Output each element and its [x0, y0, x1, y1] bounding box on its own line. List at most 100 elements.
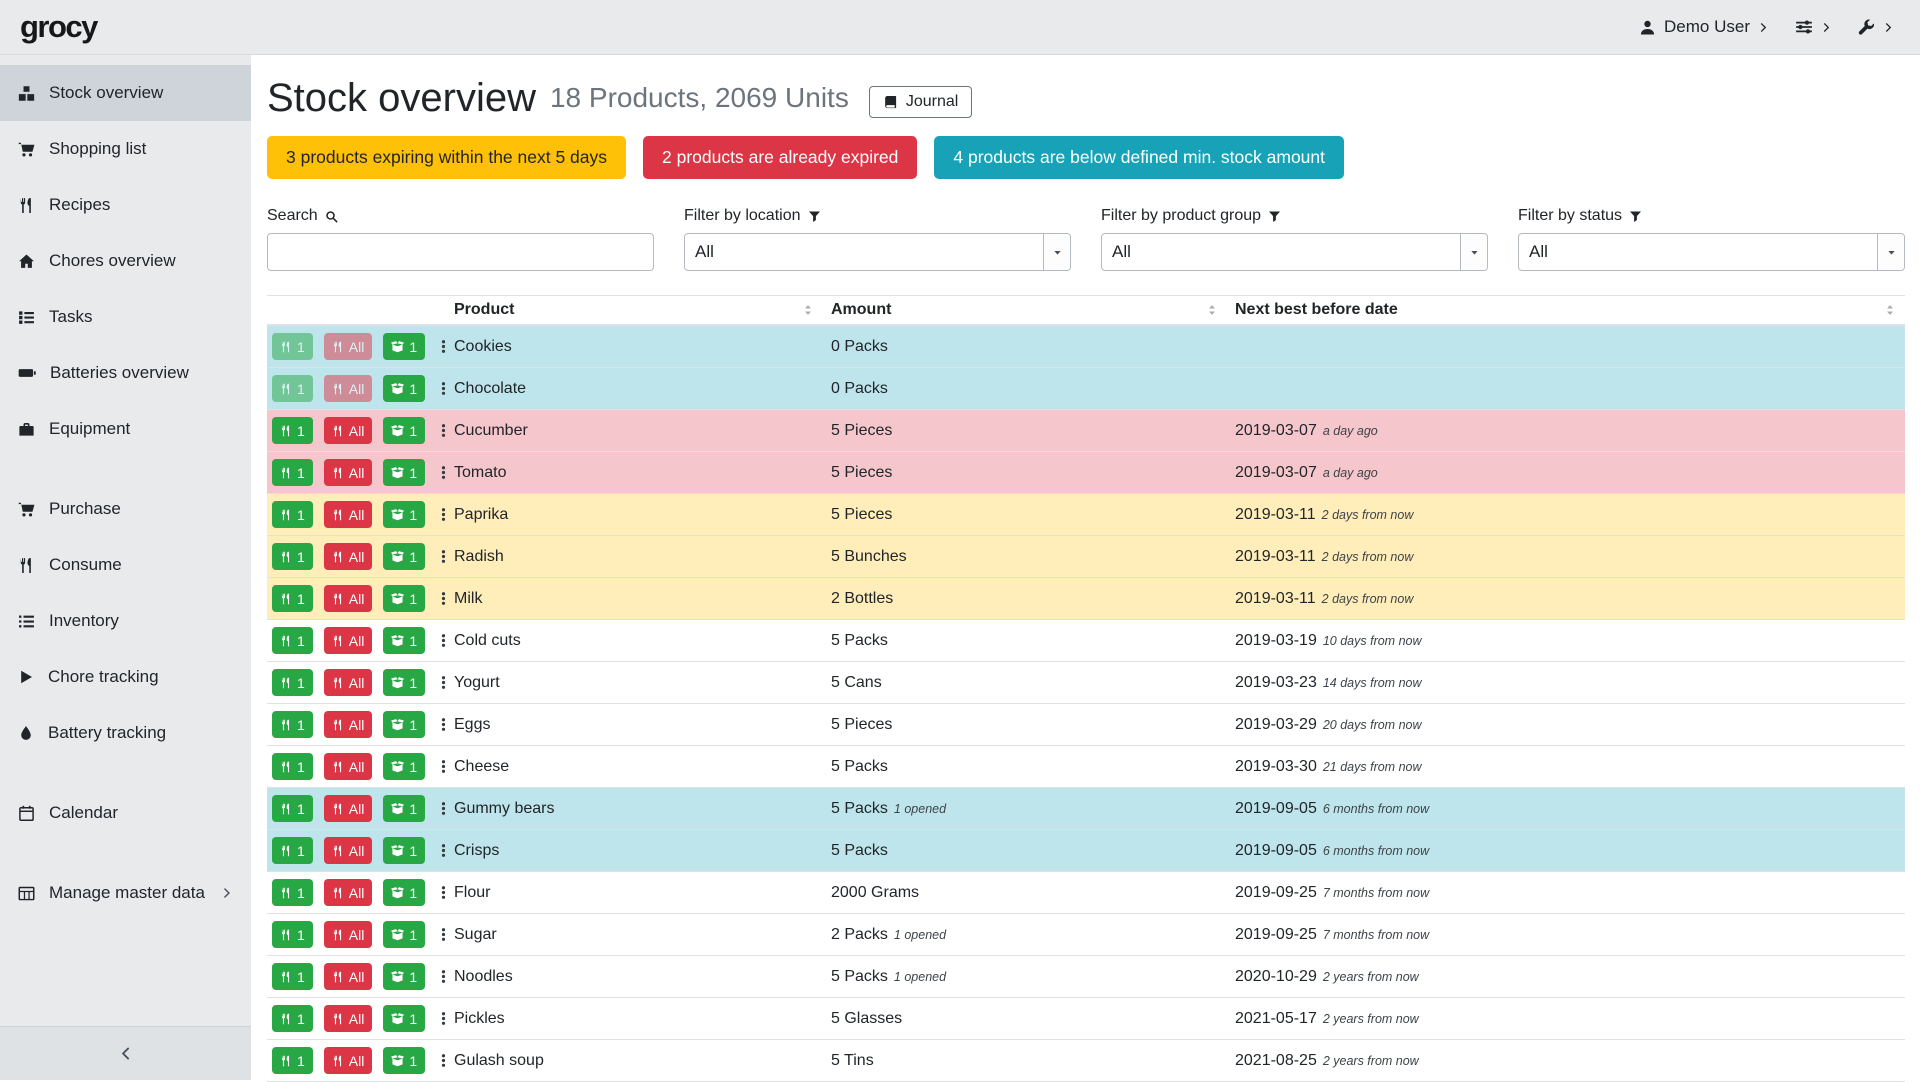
- amount-value: 2 Bottles: [831, 590, 893, 607]
- consume-all-button[interactable]: All: [324, 963, 373, 990]
- sidebar-item-recipes[interactable]: Recipes: [0, 177, 251, 233]
- sidebar-item-label: Tasks: [49, 307, 92, 327]
- open-one-button[interactable]: 1: [383, 879, 425, 906]
- grocy-logo[interactable]: grocy: [20, 9, 97, 45]
- consume-all-button[interactable]: All: [324, 795, 373, 822]
- open-one-button[interactable]: 1: [383, 963, 425, 990]
- status-filter-label: Filter by status: [1518, 207, 1905, 225]
- consume-one-button[interactable]: 1: [272, 669, 313, 696]
- sidebar-item-tasks[interactable]: Tasks: [0, 289, 251, 345]
- sidebar-item-manage-master-data[interactable]: Manage master data: [0, 865, 251, 921]
- sidebar-item-consume[interactable]: Consume: [0, 537, 251, 593]
- open-one-button[interactable]: 1: [383, 711, 425, 738]
- sidebar-item-batteries-overview[interactable]: Batteries overview: [0, 345, 251, 401]
- journal-button[interactable]: Journal: [869, 86, 972, 118]
- open-one-button[interactable]: 1: [383, 1047, 425, 1074]
- settings-menu[interactable]: [1795, 18, 1832, 36]
- consume-all-button[interactable]: All: [324, 753, 373, 780]
- status-select-value: All: [1519, 242, 1877, 262]
- table-row: 1 All 1 Tomato 5 Pieces 2019-03-07a day …: [267, 452, 1905, 494]
- caret-down-icon: [1886, 247, 1897, 258]
- consume-one-button[interactable]: 1: [272, 501, 313, 528]
- open-one-button[interactable]: 1: [383, 753, 425, 780]
- open-one-button[interactable]: 1: [383, 921, 425, 948]
- consume-all-button[interactable]: All: [324, 837, 373, 864]
- open-one-button[interactable]: 1: [383, 333, 425, 360]
- consume-all-button[interactable]: All: [324, 1047, 373, 1074]
- consume-all-button[interactable]: All: [324, 459, 373, 486]
- below-min-stock-alert-button[interactable]: 4 products are below defined min. stock …: [934, 136, 1344, 179]
- consume-all-button[interactable]: All: [324, 543, 373, 570]
- sidebar-item-purchase[interactable]: Purchase: [0, 481, 251, 537]
- consume-one-button[interactable]: 1: [272, 585, 313, 612]
- consume-all-button[interactable]: All: [324, 501, 373, 528]
- consume-one-button[interactable]: 1: [272, 543, 313, 570]
- amount-note: 1 opened: [894, 970, 946, 984]
- consume-one-button[interactable]: 1: [272, 1047, 313, 1074]
- consume-all-button[interactable]: All: [324, 333, 373, 360]
- sidebar-item-inventory[interactable]: Inventory: [0, 593, 251, 649]
- consume-one-button[interactable]: 1: [272, 459, 313, 486]
- consume-all-button[interactable]: All: [324, 711, 373, 738]
- status-select[interactable]: All: [1518, 233, 1905, 271]
- product-column-header[interactable]: Product: [446, 296, 823, 324]
- date-value: 2019-03-11: [1235, 548, 1316, 565]
- consume-one-button[interactable]: 1: [272, 417, 313, 444]
- sidebar-item-label: Calendar: [49, 803, 118, 823]
- utensils-icon: [332, 467, 344, 479]
- open-one-button[interactable]: 1: [383, 417, 425, 444]
- user-menu[interactable]: Demo User: [1639, 17, 1769, 37]
- search-filter: Search: [267, 207, 654, 271]
- consume-one-button[interactable]: 1: [272, 627, 313, 654]
- table-row: 1 All 1 Pickles 5 Glasses 2021-05-172 ye…: [267, 998, 1905, 1040]
- open-one-button[interactable]: 1: [383, 837, 425, 864]
- open-one-button[interactable]: 1: [383, 627, 425, 654]
- consume-one-button[interactable]: 1: [272, 753, 313, 780]
- consume-all-button[interactable]: All: [324, 921, 373, 948]
- consume-one-button[interactable]: 1: [272, 333, 313, 360]
- consume-one-button[interactable]: 1: [272, 795, 313, 822]
- consume-one-button[interactable]: 1: [272, 879, 313, 906]
- amount-column-header[interactable]: Amount: [823, 296, 1227, 324]
- open-one-button[interactable]: 1: [383, 1005, 425, 1032]
- consume-one-button[interactable]: 1: [272, 375, 313, 402]
- consume-all-button[interactable]: All: [324, 879, 373, 906]
- open-one-button[interactable]: 1: [383, 669, 425, 696]
- location-select[interactable]: All: [684, 233, 1071, 271]
- consume-one-button[interactable]: 1: [272, 963, 313, 990]
- consume-one-button[interactable]: 1: [272, 837, 313, 864]
- consume-all-button[interactable]: All: [324, 669, 373, 696]
- consume-all-button[interactable]: All: [324, 417, 373, 444]
- sidebar-item-chore-tracking[interactable]: Chore tracking: [0, 649, 251, 705]
- open-one-button[interactable]: 1: [383, 795, 425, 822]
- open-one-button[interactable]: 1: [383, 459, 425, 486]
- date-column-header[interactable]: Next best before date: [1227, 296, 1905, 324]
- table-body: 1 All 1 Cookies 0 Packs: [267, 326, 1905, 1082]
- open-one-button[interactable]: 1: [383, 501, 425, 528]
- sidebar-item-battery-tracking[interactable]: Battery tracking: [0, 705, 251, 761]
- consume-all-button[interactable]: All: [324, 375, 373, 402]
- sidebar-item-shopping-list[interactable]: Shopping list: [0, 121, 251, 177]
- consume-all-button[interactable]: All: [324, 1005, 373, 1032]
- consume-one-button[interactable]: 1: [272, 711, 313, 738]
- row-actions: 1 All 1: [267, 669, 446, 696]
- admin-menu[interactable]: [1858, 19, 1894, 36]
- product-group-select[interactable]: All: [1101, 233, 1488, 271]
- consume-all-button[interactable]: All: [324, 585, 373, 612]
- open-one-button[interactable]: 1: [383, 585, 425, 612]
- sidebar-item-calendar[interactable]: Calendar: [0, 785, 251, 841]
- expiring-alert-button[interactable]: 3 products expiring within the next 5 da…: [267, 136, 626, 179]
- consume-one-button[interactable]: 1: [272, 921, 313, 948]
- sidebar-collapse-button[interactable]: [0, 1026, 251, 1080]
- table-header: Product Amount Next best before date: [267, 295, 1905, 326]
- search-input[interactable]: [267, 233, 654, 271]
- sidebar-item-equipment[interactable]: Equipment: [0, 401, 251, 457]
- select-caret-box: [1460, 234, 1487, 270]
- sidebar-item-chores-overview[interactable]: Chores overview: [0, 233, 251, 289]
- open-one-button[interactable]: 1: [383, 543, 425, 570]
- consume-one-button[interactable]: 1: [272, 1005, 313, 1032]
- consume-all-button[interactable]: All: [324, 627, 373, 654]
- open-one-button[interactable]: 1: [383, 375, 425, 402]
- sidebar-item-stock-overview[interactable]: Stock overview: [0, 65, 251, 121]
- expired-alert-button[interactable]: 2 products are already expired: [643, 136, 917, 179]
